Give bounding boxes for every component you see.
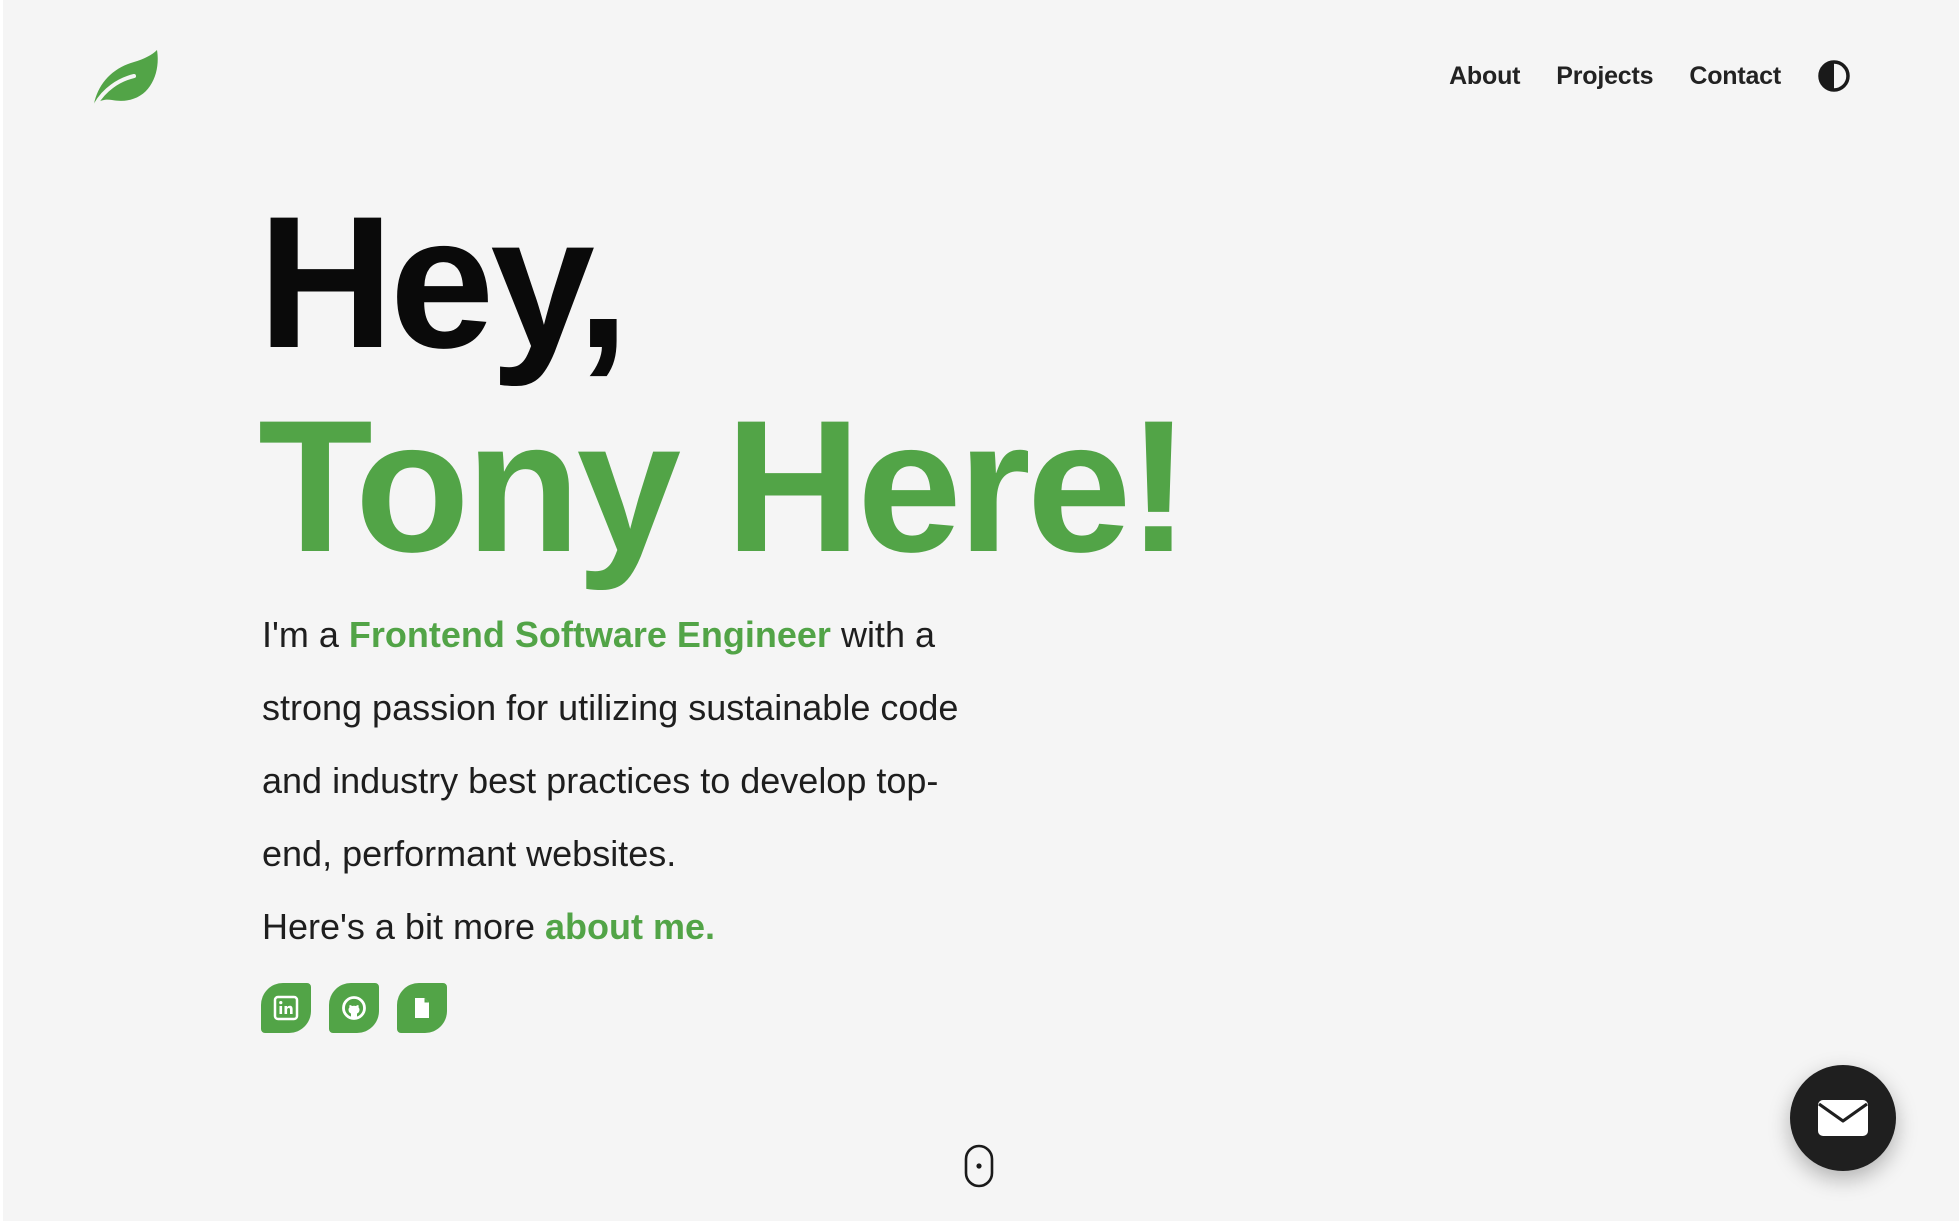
social-links	[261, 983, 447, 1033]
resume-button[interactable]	[397, 983, 447, 1033]
leaf-icon	[94, 50, 158, 106]
mouse-scroll-icon	[964, 1144, 994, 1188]
intro-prefix: I'm a	[262, 614, 349, 655]
scroll-down-indicator[interactable]	[963, 1143, 995, 1189]
intro-paragraph: I'm a Frontend Software Engineer with a …	[262, 598, 962, 963]
nav-projects[interactable]: Projects	[1556, 62, 1653, 91]
github-icon	[342, 996, 366, 1020]
contact-mail-button[interactable]	[1790, 1065, 1896, 1171]
intro-role: Frontend Software Engineer	[348, 614, 831, 655]
linkedin-button[interactable]	[261, 983, 311, 1033]
theme-toggle-button[interactable]	[1817, 59, 1851, 93]
more-prefix: Here's a bit more	[262, 906, 545, 947]
logo-leaf-icon[interactable]	[90, 48, 160, 106]
about-me-link[interactable]: about me.	[545, 906, 715, 947]
page: About Projects Contact Hey, Tony Here! I…	[0, 0, 1959, 1221]
nav-about[interactable]: About	[1449, 62, 1520, 91]
mail-icon	[1818, 1100, 1868, 1136]
hero-name: Tony Here!	[258, 381, 1190, 591]
contrast-icon	[1818, 60, 1850, 92]
github-button[interactable]	[329, 983, 379, 1033]
document-icon	[415, 998, 429, 1018]
linkedin-icon	[273, 995, 299, 1021]
nav-contact[interactable]: Contact	[1689, 62, 1781, 91]
main-nav: About Projects Contact	[1449, 56, 1851, 96]
hero-greeting: Hey,	[258, 177, 629, 387]
